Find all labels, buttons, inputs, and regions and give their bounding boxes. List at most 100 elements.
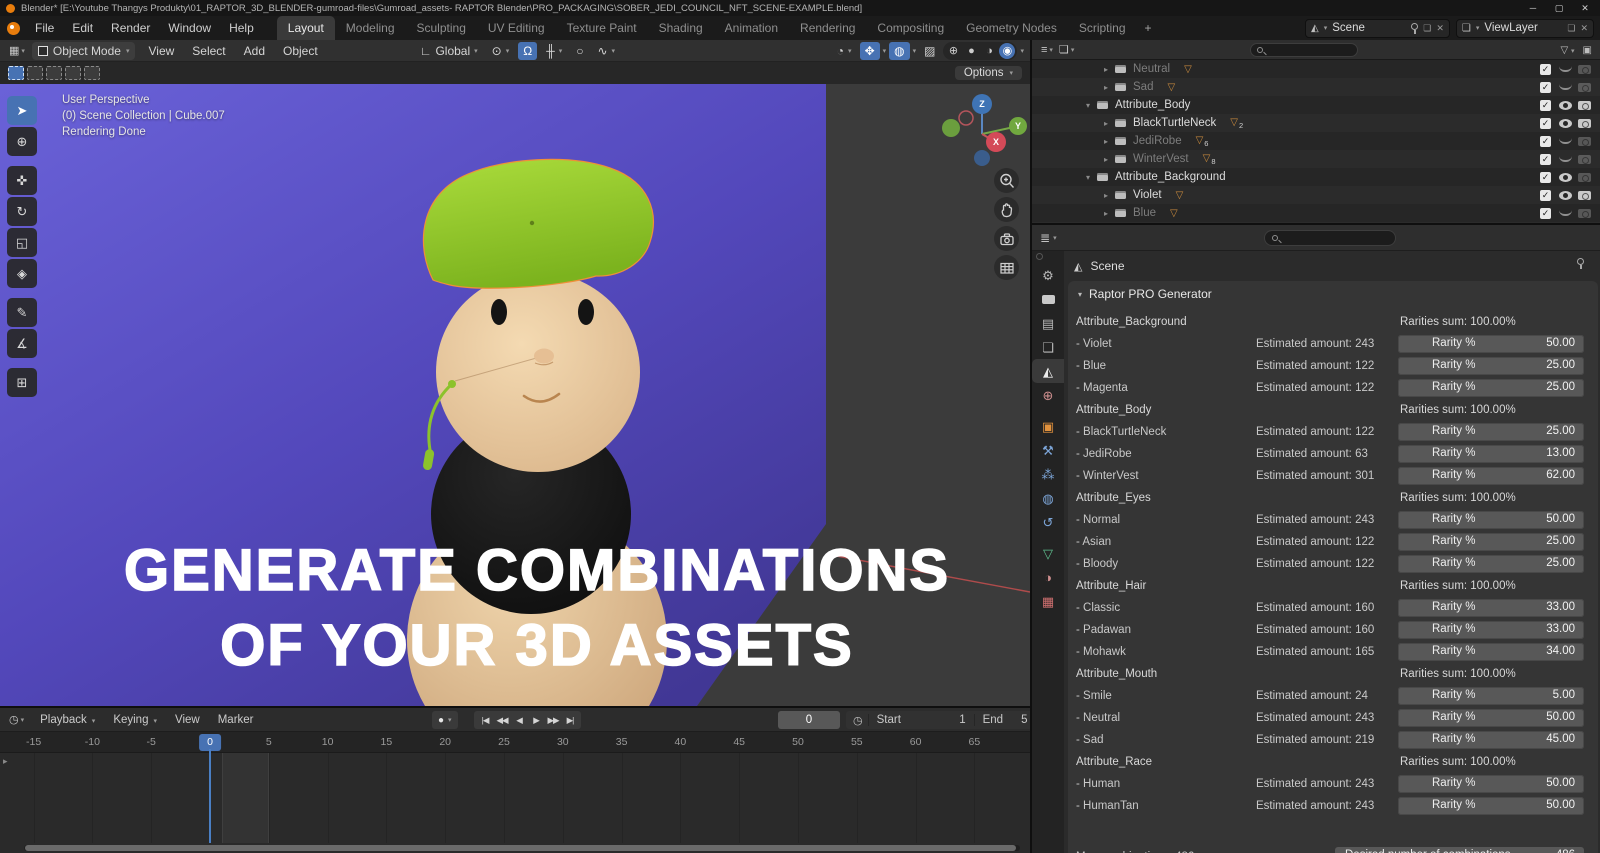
hide-in-viewport-icon[interactable] <box>1559 84 1572 90</box>
axis-neg-y-ball[interactable] <box>958 110 974 126</box>
timeline-menu-view[interactable]: View <box>166 708 209 732</box>
snap-settings-dropdown[interactable]: ╫ ▾ <box>541 42 567 60</box>
filter-button[interactable]: ▽ ▾ <box>1561 45 1575 56</box>
scale-tool-button[interactable]: ◱ <box>7 228 37 257</box>
pan-button[interactable] <box>994 197 1019 222</box>
visibility-checkbox[interactable]: ✓ <box>1540 207 1551 219</box>
navigation-gizmo[interactable]: Z X Y <box>938 90 1030 170</box>
select-mode-set-button[interactable] <box>8 66 24 80</box>
prev-frame-button[interactable]: ◀ <box>511 711 527 729</box>
timeline-scrollbar-thumb[interactable] <box>25 845 1016 851</box>
playhead[interactable] <box>209 749 211 843</box>
disable-in-renders-icon[interactable] <box>1578 190 1591 200</box>
camera-view-button[interactable] <box>994 226 1019 251</box>
properties-search-input[interactable] <box>1264 230 1396 246</box>
hide-in-viewport-icon[interactable] <box>1559 100 1572 110</box>
expand-arrow-icon[interactable]: ▸ <box>1100 155 1112 164</box>
expand-arrow-icon[interactable]: ▸ <box>1100 137 1112 146</box>
view-layer-properties-tab[interactable]: ❏ <box>1032 335 1064 359</box>
auto-keying-button[interactable]: ● ▾ <box>432 711 458 729</box>
timeline-ruler[interactable]: 0 -15 -10 -5 5 10 15 20 25 30 35 40 45 50 55 60 65 <box>0 732 1030 753</box>
outliner-row-wintervest[interactable]: ▸ WinterVest ▽8 ✓ <box>1032 150 1600 168</box>
expand-arrow-icon[interactable]: ▸ <box>1100 65 1112 74</box>
next-keyframe-button[interactable]: ▶▶ <box>545 711 561 729</box>
select-mode-subtract-button[interactable] <box>46 66 62 80</box>
tab-compositing[interactable]: Compositing <box>866 16 955 40</box>
hide-in-viewport-icon[interactable] <box>1559 138 1572 144</box>
rarity-slider[interactable]: Rarity % 50.00 <box>1398 335 1584 353</box>
menu-help[interactable]: Help <box>220 16 263 40</box>
tool-properties-tab[interactable]: ⚙ <box>1032 263 1064 287</box>
add-workspace-button[interactable]: + <box>1137 16 1160 40</box>
mode-selector[interactable]: Object Mode ▾ <box>31 41 136 60</box>
solid-shading-button[interactable]: ● <box>963 43 979 59</box>
orthographic-toggle-button[interactable] <box>994 255 1019 280</box>
viewport-canvas[interactable]: GENERATE COMBINATIONS OF YOUR 3D ASSETS … <box>0 84 1030 706</box>
timeline-menu-marker[interactable]: Marker <box>209 708 263 732</box>
close-button[interactable]: ✕ <box>1572 0 1598 16</box>
output-properties-tab[interactable]: ▤ <box>1032 311 1064 335</box>
rarity-slider[interactable]: Rarity % 50.00 <box>1398 775 1584 793</box>
cursor-tool-button[interactable]: ⊕ <box>7 127 37 156</box>
physics-properties-tab[interactable]: ◍ <box>1032 486 1064 510</box>
jump-to-end-button[interactable]: ▶| <box>562 711 578 729</box>
viewport-editor-type-button[interactable]: ▦ ▾ <box>6 44 28 57</box>
outliner-row-violet[interactable]: ▸ Violet ▽ ✓ <box>1032 186 1600 204</box>
timeline-scrollbar[interactable] <box>24 845 1020 851</box>
rarity-slider[interactable]: Rarity % 13.00 <box>1398 445 1584 463</box>
hide-in-viewport-icon[interactable] <box>1559 118 1572 128</box>
expand-arrow-icon[interactable]: ▾ <box>1082 101 1094 110</box>
visibility-dropdown[interactable]: ◔ ▾ <box>832 42 857 60</box>
visibility-checkbox[interactable]: ✓ <box>1540 117 1551 129</box>
scene-properties-tab[interactable]: ◭ <box>1032 359 1064 383</box>
constraints-properties-tab[interactable]: ↺ <box>1032 510 1064 534</box>
desired-combinations-field[interactable]: Desired number of combinations 486 <box>1335 847 1584 853</box>
pin-icon[interactable] <box>1577 258 1584 269</box>
visibility-checkbox[interactable]: ✓ <box>1540 171 1551 183</box>
outliner-row-attribute-background[interactable]: ▾ Attribute_Background ✓ <box>1032 168 1600 186</box>
add-cube-tool-button[interactable]: ⊞ <box>7 368 37 397</box>
snap-toggle-button[interactable]: Ω <box>518 41 538 60</box>
expand-arrow-icon[interactable]: ▸ <box>1100 83 1112 92</box>
outliner-row-blackturtleneck[interactable]: ▸ BlackTurtleNeck ▽2 ✓ <box>1032 114 1600 132</box>
minimize-button[interactable]: ─ <box>1520 0 1546 16</box>
material-properties-tab[interactable]: ◑ <box>1032 565 1064 589</box>
select-box-tool-button[interactable]: ➤ <box>7 96 37 125</box>
menu-edit[interactable]: Edit <box>63 16 102 40</box>
render-properties-tab[interactable] <box>1032 287 1064 311</box>
move-tool-button[interactable]: ✜ <box>7 166 37 195</box>
disable-in-renders-icon[interactable] <box>1578 154 1591 164</box>
menu-window[interactable]: Window <box>159 16 220 40</box>
pin-icon[interactable] <box>1411 23 1419 34</box>
timeline-editor-type-button[interactable]: ◷ ▾ <box>6 713 27 726</box>
hide-in-viewport-icon[interactable] <box>1559 156 1572 162</box>
rarity-slider[interactable]: Rarity % 50.00 <box>1398 511 1584 529</box>
viewport-menu-select[interactable]: Select <box>183 39 234 63</box>
transform-tool-button[interactable]: ◈ <box>7 259 37 288</box>
tab-animation[interactable]: Animation <box>714 16 789 40</box>
visibility-checkbox[interactable]: ✓ <box>1540 81 1551 93</box>
tab-uv-editing[interactable]: UV Editing <box>477 16 556 40</box>
visibility-checkbox[interactable]: ✓ <box>1540 99 1551 111</box>
expand-arrow-icon[interactable]: ▸ <box>1100 209 1112 218</box>
prev-keyframe-button[interactable]: ◀◀ <box>494 711 510 729</box>
timeline-menu-keying[interactable]: Keying ▾ <box>104 708 166 732</box>
gizmos-toggle-button[interactable]: ✥ <box>859 41 880 60</box>
particles-properties-tab[interactable]: ⁂ <box>1032 462 1064 486</box>
properties-editor-type-button[interactable]: ≣ ▾ <box>1040 231 1057 245</box>
visibility-checkbox[interactable]: ✓ <box>1540 153 1551 165</box>
hide-in-viewport-icon[interactable] <box>1559 66 1572 72</box>
remove-viewlayer-icon[interactable]: ✕ <box>1580 23 1588 34</box>
material-preview-button[interactable]: ◑ <box>981 43 997 59</box>
outliner-row-jedirobe[interactable]: ▸ JediRobe ▽6 ✓ <box>1032 132 1600 150</box>
disable-in-renders-icon[interactable] <box>1578 64 1591 74</box>
chevron-down-icon[interactable]: ▾ <box>883 47 887 55</box>
rarity-slider[interactable]: Rarity % 62.00 <box>1398 467 1584 485</box>
rotate-tool-button[interactable]: ↻ <box>7 197 37 226</box>
proportional-editing-button[interactable]: ○ <box>571 42 588 60</box>
zoom-button[interactable] <box>994 168 1019 193</box>
rarity-slider[interactable]: Rarity % 25.00 <box>1398 423 1584 441</box>
visibility-checkbox[interactable]: ✓ <box>1540 189 1551 201</box>
rarity-slider[interactable]: Rarity % 25.00 <box>1398 379 1584 397</box>
disable-in-renders-icon[interactable] <box>1578 100 1591 110</box>
